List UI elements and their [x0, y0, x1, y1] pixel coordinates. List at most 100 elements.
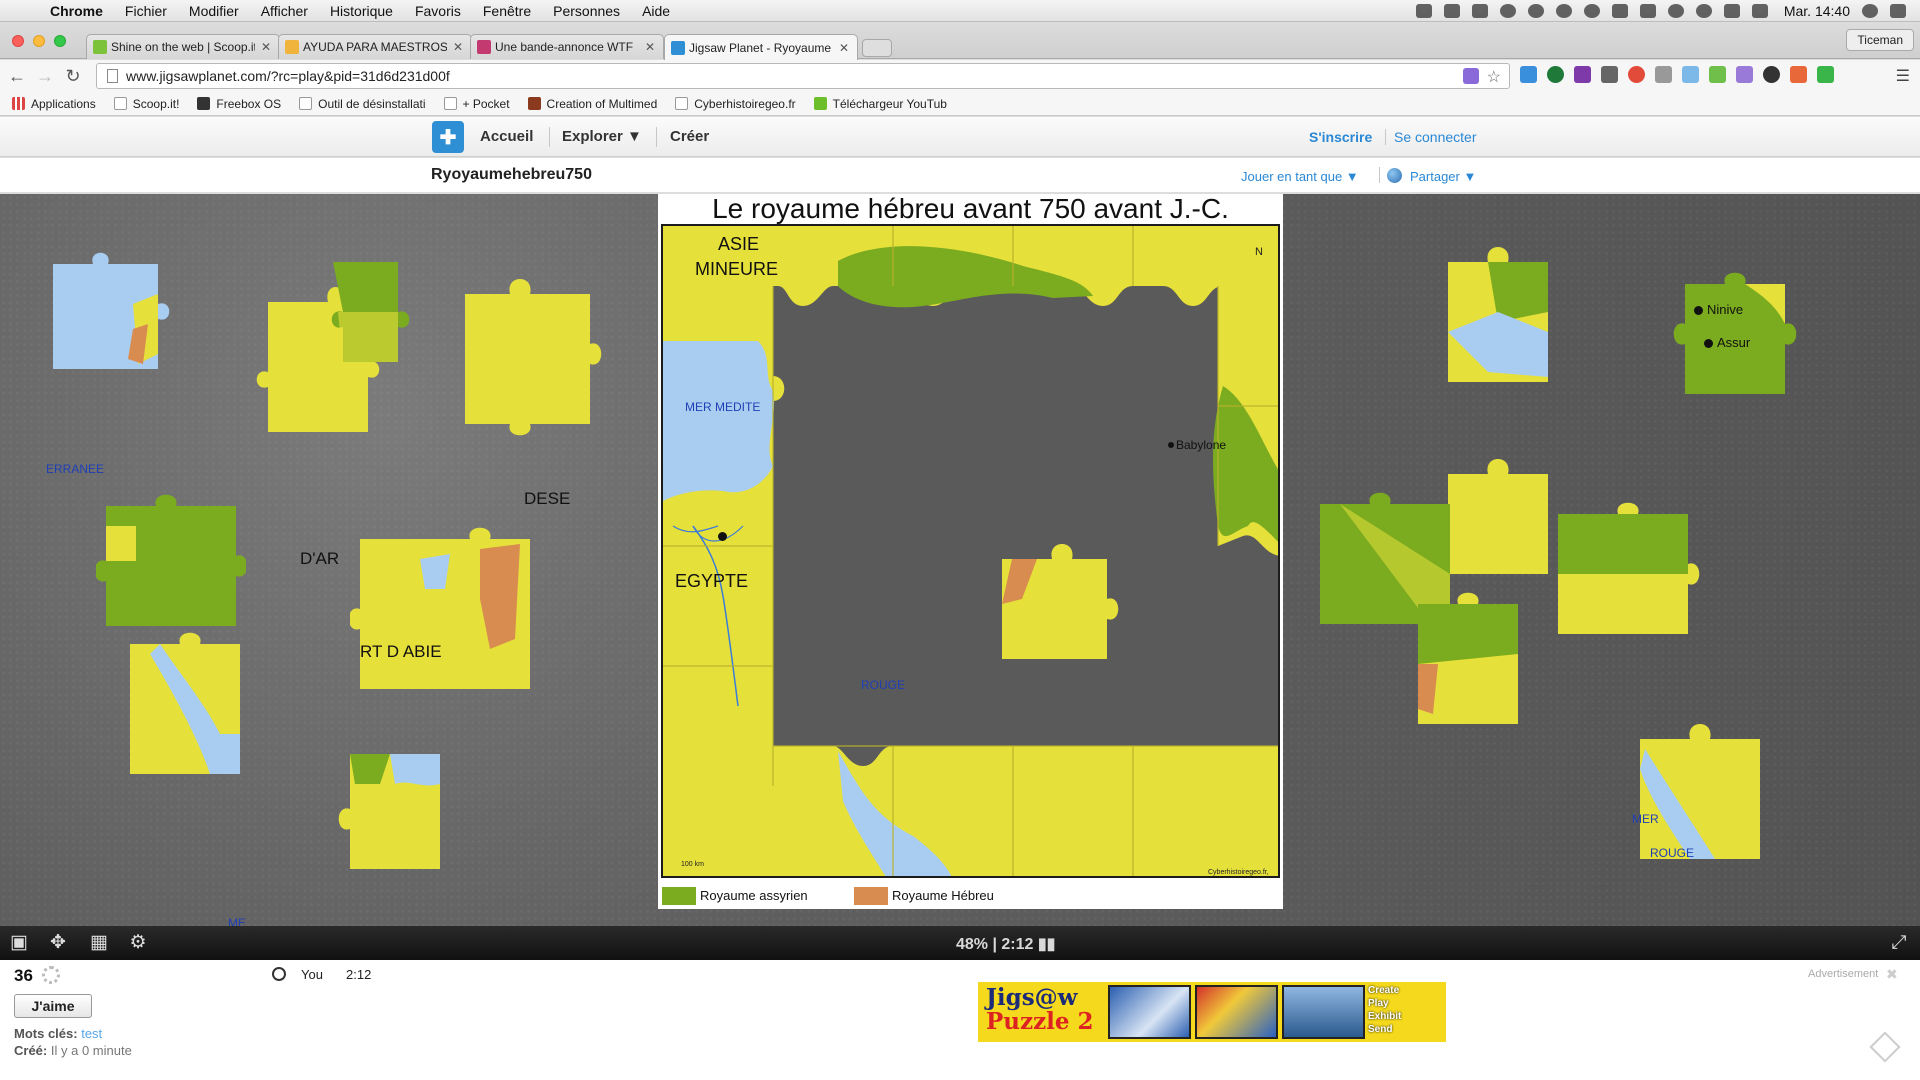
time-machine-icon[interactable] [1667, 4, 1684, 18]
menu-personnes[interactable]: Personnes [553, 3, 620, 19]
share-dropdown[interactable]: Partager ▼ [1410, 169, 1476, 184]
menu-modifier[interactable]: Modifier [189, 3, 239, 19]
fullscreen-icon[interactable]: ⤢ [1888, 933, 1910, 953]
forward-arrow-icon[interactable]: → [34, 65, 56, 87]
pen-icon[interactable] [1736, 66, 1753, 83]
address-bar[interactable]: www.jigsawplanet.com/?rc=play&pid=31d6d2… [96, 63, 1510, 89]
close-window-icon[interactable] [12, 35, 24, 47]
play-as-dropdown[interactable]: Jouer en tant que ▼ [1241, 169, 1359, 184]
menu-fichier[interactable]: Fichier [125, 3, 167, 19]
puzzle-board[interactable]: Le royaume hébreu avant 750 avant J.-C. [0, 194, 1920, 926]
menu-app-name[interactable]: Chrome [50, 3, 103, 19]
close-tab-icon[interactable]: ✕ [453, 40, 463, 54]
bookmark-scoopit[interactable]: Scoop.it! [113, 97, 179, 111]
bookmark-applications[interactable]: Applications [12, 97, 96, 111]
like-button[interactable]: J'aime [14, 994, 92, 1018]
menu-clock[interactable]: Mar. 14:40 [1784, 3, 1850, 19]
loose-piece-ninive[interactable] [1665, 264, 1805, 404]
extension-12-icon[interactable] [1817, 66, 1834, 83]
nav-creer[interactable]: Créer [670, 128, 709, 145]
extension-11-icon[interactable] [1790, 66, 1807, 83]
dropbox-icon[interactable] [1415, 4, 1432, 18]
menu-favoris[interactable]: Favoris [415, 3, 461, 19]
image-preview-icon[interactable]: ▣ [8, 933, 30, 953]
close-tab-icon[interactable]: ✕ [645, 40, 655, 54]
loose-piece-right-4[interactable] [1548, 494, 1708, 644]
icloud-icon[interactable] [1583, 4, 1600, 18]
menu-aide[interactable]: Aide [642, 3, 670, 19]
onenote-icon[interactable] [1574, 66, 1591, 83]
bell-icon[interactable] [1499, 4, 1516, 18]
keyword-link[interactable]: test [81, 1026, 102, 1041]
sort-pieces-grid-icon[interactable]: ▦ [88, 933, 110, 953]
inbox-icon[interactable] [1471, 4, 1488, 18]
ghost-image-icon[interactable]: ✥ [47, 933, 69, 953]
extension-puzzle-icon[interactable] [1463, 68, 1479, 84]
bookmark-creation[interactable]: Creation of Multimed [527, 97, 657, 111]
volume-icon[interactable] [1751, 4, 1768, 18]
extension-10-icon[interactable] [1763, 66, 1780, 83]
loose-piece-dar[interactable] [248, 252, 448, 442]
loose-piece-me[interactable] [120, 624, 260, 784]
feedback-icon[interactable] [1869, 1031, 1901, 1063]
map-area[interactable]: ASIE MINEURE N MER MEDITE Babylone EGYPT… [661, 224, 1280, 878]
loose-piece-bottom-left[interactable] [320, 739, 440, 879]
profile-button[interactable]: Ticeman [1846, 29, 1914, 51]
signup-link[interactable]: S'inscrire [1309, 129, 1372, 145]
new-tab-button[interactable] [862, 39, 892, 57]
airplay-icon[interactable] [1611, 4, 1628, 18]
loose-piece-arabie[interactable] [350, 519, 550, 699]
extension-1-icon[interactable] [1520, 66, 1537, 83]
bookmark-youtube-downloader[interactable]: Téléchargeur YouTub [813, 97, 947, 111]
extension-8-icon[interactable] [1709, 66, 1726, 83]
loose-piece-right-1[interactable] [1428, 232, 1568, 392]
tab-scoopit[interactable]: Shine on the web | Scoop.it ✕ [86, 34, 280, 59]
close-ad-icon[interactable]: ✖ [1886, 966, 1898, 983]
creative-cloud-icon[interactable] [1527, 4, 1544, 18]
menu-afficher[interactable]: Afficher [261, 3, 308, 19]
loose-piece-right-5[interactable] [1398, 584, 1528, 734]
jigsaw-planet-logo-icon[interactable]: ✚ [432, 121, 464, 153]
menu-historique[interactable]: Historique [330, 3, 393, 19]
nav-accueil[interactable]: Accueil [480, 128, 533, 145]
loose-piece-erranee[interactable] [48, 244, 178, 374]
bookmark-pocket[interactable]: + Pocket [443, 97, 510, 111]
tab-ayuda[interactable]: AYUDA PARA MAESTROS ✕ [278, 34, 472, 59]
nav-explorer[interactable]: Explorer ▼ [562, 128, 642, 145]
notification-center-icon[interactable] [1890, 4, 1906, 18]
loose-piece-mer-rouge[interactable] [1620, 709, 1770, 869]
wifi-icon[interactable] [1723, 4, 1740, 18]
bookmark-freebox[interactable]: Freebox OS [197, 97, 281, 111]
menu-hamburger-icon[interactable]: ☰ [1896, 66, 1910, 86]
back-arrow-icon[interactable]: ← [6, 65, 28, 87]
tab-jigsaw-planet[interactable]: Jigsaw Planet - Ryoyaume ✕ [664, 34, 858, 60]
loose-piece-green[interactable] [96, 486, 246, 636]
menu-fenetre[interactable]: Fenêtre [483, 3, 531, 19]
apple-icon[interactable] [16, 0, 36, 22]
ad-banner[interactable]: Jigs@w Puzzle 2 Create Play Exhibit Send [978, 982, 1446, 1042]
extension-6-icon[interactable] [1655, 66, 1672, 83]
loose-piece-center[interactable] [992, 529, 1122, 669]
close-tab-icon[interactable]: ✕ [839, 41, 849, 55]
cloud-icon[interactable] [1555, 4, 1572, 18]
spotlight-icon[interactable] [1862, 4, 1878, 18]
camera-icon[interactable] [1682, 66, 1699, 83]
reload-icon[interactable]: ↻ [62, 65, 84, 87]
bookmark-outil[interactable]: Outil de désinstallati [299, 97, 426, 111]
extension-4-icon[interactable] [1601, 66, 1618, 83]
eject-icon[interactable] [1639, 4, 1656, 18]
bluetooth-icon[interactable] [1695, 4, 1712, 18]
minimize-window-icon[interactable] [33, 35, 45, 47]
tab-bande-annonce[interactable]: Une bande-annonce WTF ✕ [470, 34, 664, 59]
bookmark-star-icon[interactable]: ☆ [1487, 67, 1501, 87]
close-tab-icon[interactable]: ✕ [261, 40, 271, 54]
fullscreen-window-icon[interactable] [54, 35, 66, 47]
extension-5-icon[interactable] [1628, 66, 1645, 83]
settings-gear-icon[interactable]: ⚙ [127, 933, 149, 953]
login-link[interactable]: Se connecter [1394, 129, 1477, 145]
loose-piece-desert[interactable] [455, 264, 605, 444]
drive-icon[interactable] [1443, 4, 1460, 18]
progress-timer[interactable]: 48% | 2:12 ▮▮ [956, 934, 1055, 954]
extension-2-icon[interactable] [1547, 66, 1564, 83]
bookmark-cyberhistoire[interactable]: Cyberhistoiregeo.fr [675, 97, 796, 111]
